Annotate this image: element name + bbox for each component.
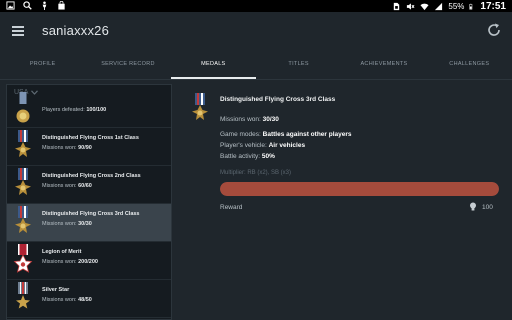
signal-icon: [435, 2, 443, 10]
medal-progress: Missions won: 60/60: [42, 183, 92, 189]
reward-label: Reward: [220, 204, 243, 211]
medal-detail-title: Distinguished Flying Cross 3rd Class: [220, 96, 336, 103]
reward-value: 100: [482, 204, 493, 211]
medal-progress: Missions won: 48/50: [42, 297, 92, 303]
list-item[interactable]: Players defeated: 100/100: [7, 90, 171, 128]
clock: 17:51: [480, 0, 506, 12]
tab-service-record[interactable]: SERVICE RECORD: [85, 52, 170, 79]
menu-icon[interactable]: [12, 26, 24, 36]
mute-icon: [407, 2, 415, 10]
tab-medals[interactable]: MEDALS: [170, 52, 257, 79]
multiplier-text: Multiplier: RB (x2), SB (x3): [220, 170, 292, 176]
search-icon: [23, 1, 32, 10]
tab-achievements[interactable]: ACHIEVEMENTS: [341, 52, 426, 79]
list-item-selected[interactable]: Distinguished Flying Cross 3rd Class Mis…: [7, 204, 171, 242]
shopping-bag-icon: [58, 1, 65, 10]
flying-cross-medal-icon: [192, 93, 208, 120]
silver-star-medal-icon: [16, 282, 30, 309]
flying-cross-medal-icon: [15, 168, 31, 195]
medal-name: Distinguished Flying Cross 2nd Class: [42, 173, 141, 179]
medal-progress: Missions won: 90/90: [42, 145, 92, 151]
flying-cross-medal-icon: [15, 206, 31, 233]
medal-list-panel: USA Players defeated: 100/100 Distinguis…: [6, 84, 172, 320]
tab-challenges[interactable]: CHALLENGES: [427, 52, 512, 79]
medal-name: Silver Star: [42, 287, 70, 293]
list-item[interactable]: Distinguished Flying Cross 1st Class Mis…: [7, 128, 171, 166]
legion-of-merit-medal-icon: [13, 244, 33, 273]
image-icon: [6, 1, 15, 10]
medal-star-icon: [16, 92, 30, 123]
medal-detail-panel: Distinguished Flying Cross 3rd Class Mis…: [178, 84, 512, 320]
list-item[interactable]: Silver Star Missions won: 48/50: [7, 280, 171, 318]
battle-activity: Battle activity: 50%: [220, 153, 275, 160]
missions-won: Missions won: 30/30: [220, 116, 279, 123]
app-bar: saniaxxx26: [0, 12, 512, 52]
medal-name: Distinguished Flying Cross 3rd Class: [42, 211, 140, 217]
medal-progress: Players defeated: 100/100: [42, 107, 107, 113]
page-title: saniaxxx26: [42, 23, 110, 38]
progress-fill: [220, 182, 499, 196]
status-bar: 55% 17:51: [0, 0, 512, 12]
list-item[interactable]: Distinguished Flying Cross 2nd Class Mis…: [7, 166, 171, 204]
flying-cross-medal-icon: [15, 130, 31, 157]
battery-percent: 55%: [448, 1, 465, 11]
tab-profile[interactable]: PROFILE: [0, 52, 85, 79]
sim-card-icon: [394, 2, 400, 10]
players-vehicle: Player's vehicle: Air vehicles: [220, 142, 306, 149]
refresh-icon[interactable]: [486, 22, 502, 38]
tab-bar: PROFILE SERVICE RECORD MEDALS TITLES ACH…: [0, 52, 512, 80]
list-item[interactable]: Legion of Merit Missions won: 200/200: [7, 242, 171, 280]
tab-titles[interactable]: TITLES: [256, 52, 341, 79]
person-icon: [42, 1, 47, 10]
lightbulb-icon: [470, 202, 476, 211]
wifi-icon: [420, 3, 429, 10]
status-right: 55% 17:51: [392, 0, 506, 12]
status-left: [6, 1, 66, 10]
medal-progress: Missions won: 200/200: [42, 259, 98, 265]
medal-progress: Missions won: 30/30: [42, 221, 92, 227]
battery-icon: [469, 3, 473, 9]
game-modes: Game modes: Battles against other player…: [220, 131, 352, 138]
medal-name: Distinguished Flying Cross 1st Class: [42, 135, 139, 141]
medal-name: Legion of Merit: [42, 249, 82, 255]
progress-bar: [220, 182, 499, 196]
